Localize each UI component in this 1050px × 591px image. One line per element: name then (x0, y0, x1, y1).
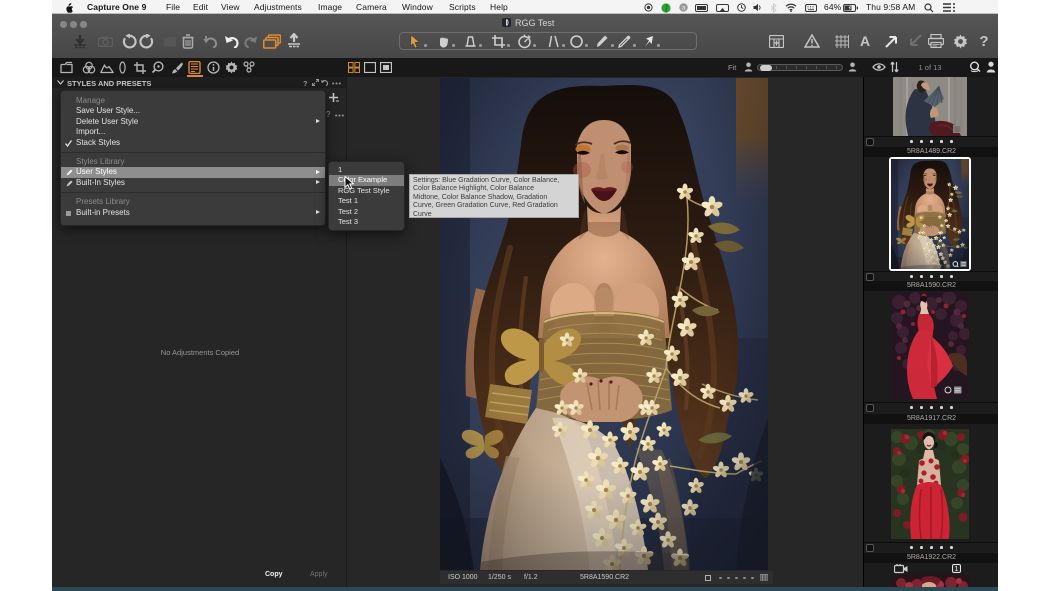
svg-text:?: ? (979, 33, 988, 49)
svg-text:A: A (860, 34, 870, 48)
